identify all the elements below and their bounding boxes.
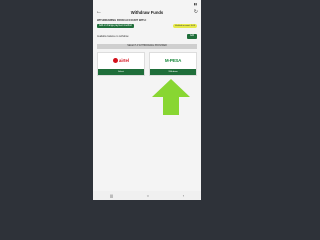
amount-row: Available balance to withdraw Add (93, 34, 201, 39)
refresh-icon[interactable]: ↻ (194, 9, 198, 15)
status-icons: ▮▮ (193, 1, 197, 6)
page-title: Withdraw Funds (130, 9, 164, 15)
status-bar: ▮▮ (93, 0, 201, 7)
account-row: Add or change payment method Verified ac… (93, 24, 201, 28)
airtel-mark-icon (112, 58, 118, 63)
back-icon[interactable]: ‹ (183, 193, 184, 198)
balance-pill: Verified account: 0.00 (173, 24, 197, 28)
add-payment-method-button[interactable]: Add or change payment method (97, 24, 134, 28)
provider-card-airtel[interactable]: airtel Select (97, 51, 145, 76)
account-heading: WITHDRAWING FROM ACCOUNT WITH: (97, 19, 147, 22)
mpesa-select-button[interactable]: Withdraw (150, 68, 196, 75)
airtel-logo: airtel (98, 53, 144, 69)
android-nav-bar: ||| ○ ‹ (93, 191, 201, 200)
home-icon[interactable]: ○ (147, 193, 149, 198)
providers-banner: SELECT A WITHDRAWAL PROVIDER (97, 43, 197, 49)
app-bar: ← Withdraw Funds ↻ (93, 7, 201, 17)
airtel-select-button[interactable]: Select (98, 68, 144, 75)
pointer-arrow-icon (152, 79, 190, 115)
amount-label: Available balance to withdraw (97, 34, 129, 38)
mpesa-logo-text: M-PESA (164, 58, 182, 63)
providers-list: airtel Select M-PESA Withdraw (97, 51, 197, 76)
add-amount-button[interactable]: Add (187, 34, 197, 39)
provider-card-mpesa[interactable]: M-PESA Withdraw (149, 51, 197, 76)
mpesa-logo: M-PESA (150, 53, 196, 69)
airtel-logo-text: airtel (118, 58, 129, 63)
recent-apps-icon[interactable]: ||| (110, 193, 113, 198)
